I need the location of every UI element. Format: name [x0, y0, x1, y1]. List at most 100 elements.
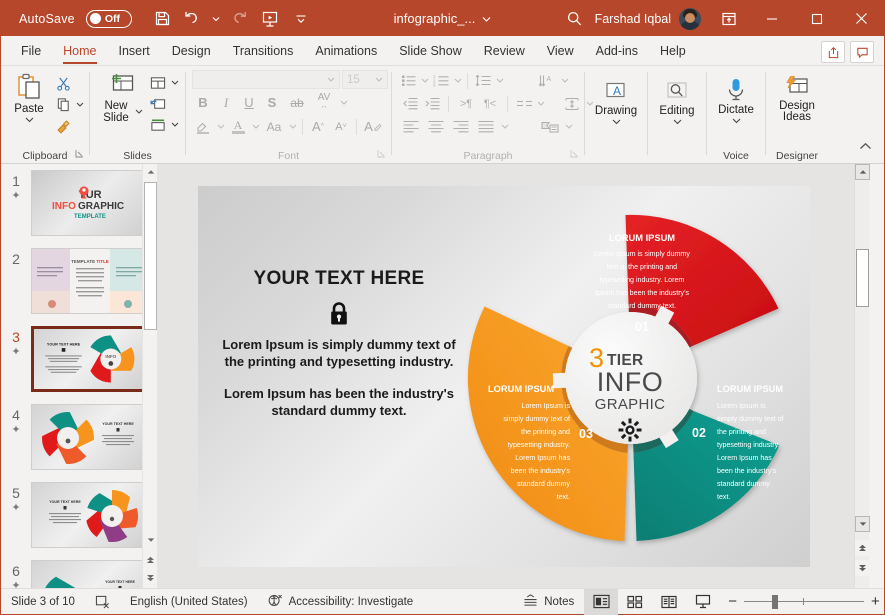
decrease-font-size-button[interactable]: A˅ — [330, 116, 352, 137]
justify-button[interactable] — [474, 116, 498, 137]
justify-chevron-down-icon[interactable] — [499, 116, 510, 137]
ribbon-display-options-icon[interactable] — [709, 1, 749, 36]
columns-button[interactable] — [513, 93, 535, 114]
smartart-chevron-down-icon[interactable] — [563, 116, 574, 137]
slide-notes-icon[interactable] — [85, 589, 120, 615]
reading-view-button[interactable] — [652, 589, 686, 615]
thumbnail-next-slide-button[interactable] — [143, 570, 157, 586]
editing-button[interactable]: Editing — [654, 78, 700, 125]
paste-chevron-down-icon[interactable] — [25, 116, 34, 123]
align-center-button[interactable] — [424, 116, 448, 137]
zoom-slider[interactable] — [744, 589, 864, 615]
layout-icon[interactable] — [147, 72, 169, 93]
slide-scroll-down-button[interactable] — [855, 516, 870, 532]
section-chevron-down-icon[interactable] — [169, 114, 180, 135]
thumbnail-slide-4[interactable]: 4 ✦ YOUR TEXT HERE — [1, 404, 157, 470]
save-icon[interactable] — [149, 6, 176, 31]
customize-quick-access-toolbar-icon[interactable] — [288, 6, 315, 31]
clipboard-dialog-launcher[interactable] — [75, 149, 84, 161]
font-name-input[interactable] — [192, 70, 340, 89]
previous-slide-button[interactable] — [855, 540, 870, 556]
share-icon[interactable] — [821, 41, 845, 63]
align-text-button[interactable] — [560, 93, 584, 114]
zoom-slider-handle[interactable] — [772, 595, 778, 609]
copy-icon[interactable] — [52, 94, 74, 115]
format-painter-icon[interactable] — [52, 115, 74, 136]
slide-scrollbar[interactable] — [854, 164, 869, 589]
convert-to-smartart-button[interactable] — [538, 116, 562, 137]
rtl-button[interactable]: ¶< — [478, 93, 502, 114]
language-indicator[interactable]: English (United States) — [120, 589, 258, 615]
bullets-chevron-down-icon[interactable] — [419, 70, 430, 91]
next-slide-button[interactable] — [855, 560, 870, 576]
underline-button[interactable]: U — [238, 92, 260, 113]
zoom-control[interactable]: − + 52% — [720, 589, 885, 615]
animation-star-icon[interactable]: ✦ — [11, 347, 20, 357]
thumbnail-image[interactable]: YOUR TEXT HERE — [31, 482, 147, 548]
dictate-chevron-down-icon[interactable] — [732, 117, 741, 124]
clear-formatting-button[interactable]: A — [361, 116, 385, 137]
editing-chevron-down-icon[interactable] — [673, 118, 682, 125]
text-direction-button[interactable]: A — [535, 70, 559, 91]
close-button[interactable] — [839, 1, 884, 36]
reset-icon[interactable] — [147, 93, 169, 114]
italic-button[interactable]: I — [215, 92, 237, 113]
thumbnail-image[interactable]: TEMPLATE TITLE — [31, 248, 147, 314]
text-shadow-button[interactable]: S — [261, 92, 283, 113]
thumbnail-previous-slide-button[interactable] — [143, 552, 157, 568]
thumbnail-slide-1[interactable]: 1 ✦ YUR INFO GRAPHIC TEMPLATE — [1, 170, 157, 236]
tab-help[interactable]: Help — [649, 36, 697, 65]
numbering-chevron-down-icon[interactable] — [452, 70, 463, 91]
text-direction-chevron-down-icon[interactable] — [559, 70, 570, 91]
font-size-input[interactable]: 15 — [342, 70, 388, 89]
minimize-button[interactable] — [749, 1, 794, 36]
font-color-button[interactable]: A — [227, 116, 249, 137]
thumbnail-scroll-down-button[interactable] — [143, 532, 157, 548]
tab-animations[interactable]: Animations — [304, 36, 388, 65]
design-ideas-button[interactable]: Design Ideas — [771, 73, 823, 123]
font-color-chevron-down-icon[interactable] — [250, 116, 261, 137]
animation-star-icon[interactable]: ✦ — [11, 503, 20, 513]
tab-transitions[interactable]: Transitions — [222, 36, 305, 65]
slide-scroll-thumb[interactable] — [856, 249, 869, 307]
change-case-chevron-down-icon[interactable] — [287, 116, 298, 137]
zoom-out-button[interactable]: − — [728, 594, 737, 609]
increase-indent-button[interactable] — [421, 93, 443, 114]
tab-view[interactable]: View — [536, 36, 585, 65]
align-right-button[interactable] — [449, 116, 473, 137]
columns-chevron-down-icon[interactable] — [535, 93, 546, 114]
thumbnail-slide-3[interactable]: 3 ✦ YOUR TEXT HERE INFO — [1, 326, 157, 392]
font-dialog-launcher[interactable] — [377, 149, 386, 161]
thumbnail-scrollbar[interactable] — [142, 164, 157, 589]
bold-button[interactable]: B — [192, 92, 214, 113]
comments-icon[interactable] — [850, 41, 874, 63]
thumbnail-slide-6[interactable]: 6 ✦ YOUR TEXT HERE — [1, 560, 157, 589]
align-left-button[interactable] — [399, 116, 423, 137]
highlight-chevron-down-icon[interactable] — [215, 116, 226, 137]
cut-icon[interactable] — [52, 73, 74, 94]
title-chevron-down-icon[interactable] — [482, 12, 491, 26]
increase-font-size-button[interactable]: A^ — [307, 116, 329, 137]
animation-star-icon[interactable]: ✦ — [11, 191, 20, 201]
tab-design[interactable]: Design — [161, 36, 222, 65]
dictate-button[interactable]: Dictate — [713, 75, 759, 124]
numbering-button[interactable]: 1 2 3 — [430, 70, 452, 91]
user-account[interactable]: Farshad Iqbal — [595, 8, 701, 30]
paragraph-dialog-launcher[interactable] — [570, 149, 579, 161]
text-highlight-color-button[interactable] — [192, 116, 214, 137]
tab-slide-show[interactable]: Slide Show — [388, 36, 473, 65]
line-spacing-chevron-down-icon[interactable] — [494, 70, 505, 91]
tab-home[interactable]: Home — [52, 36, 107, 65]
section-icon[interactable] — [147, 114, 169, 135]
autosave-toggle[interactable]: Off — [86, 10, 132, 28]
collapse-ribbon-button[interactable] — [854, 136, 876, 157]
tab-insert[interactable]: Insert — [108, 36, 161, 65]
slide-show-button[interactable] — [686, 589, 720, 615]
thumbnail-image[interactable]: YOUR TEXT HERE — [31, 560, 147, 589]
new-slide-button[interactable]: New Slide — [95, 70, 147, 124]
search-icon[interactable] — [555, 1, 595, 36]
tab-file[interactable]: File — [10, 36, 52, 65]
undo-icon[interactable] — [180, 6, 207, 31]
new-slide-chevron-down-icon[interactable] — [135, 106, 143, 118]
thumbnail-image[interactable]: YOUR TEXT HERE INFO — [31, 326, 147, 392]
